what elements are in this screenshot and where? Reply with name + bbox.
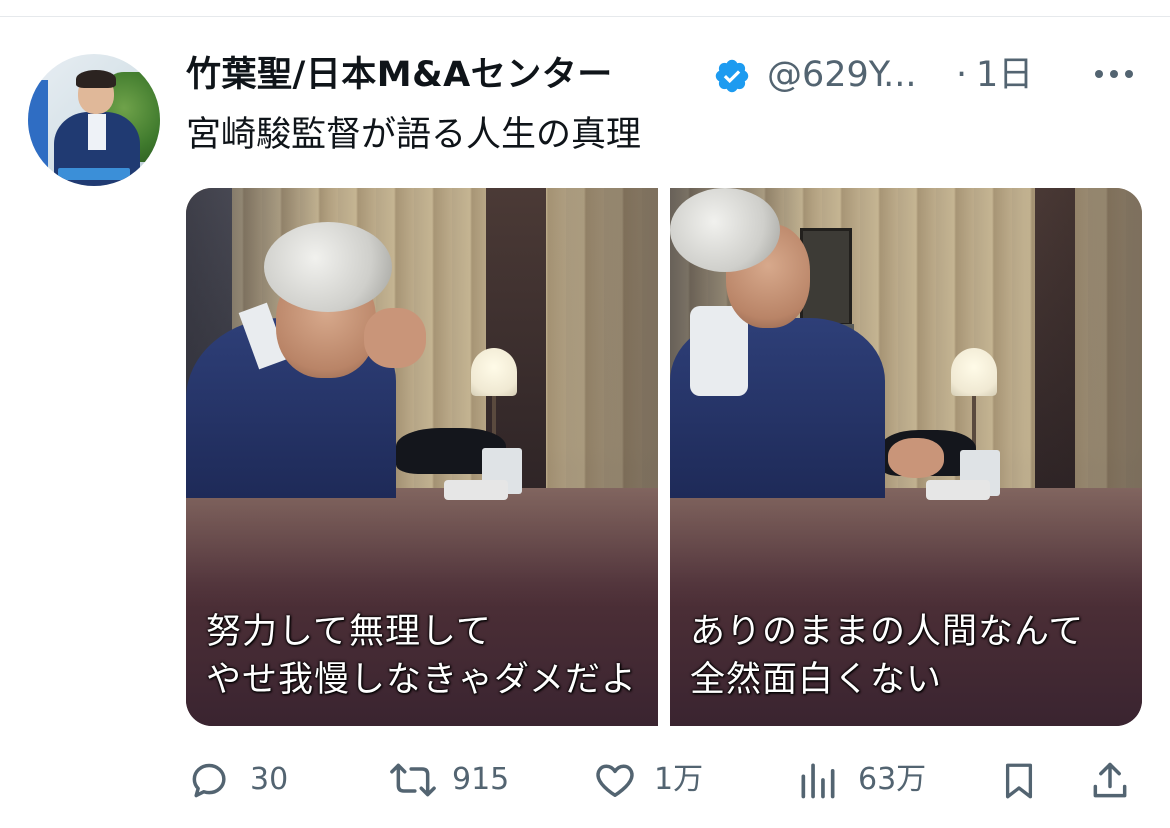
views-icon [801, 763, 835, 799]
subtitle-2: ありのままの人間なんて 全然面白くない [690, 612, 1085, 700]
display-name[interactable]: 竹葉聖/日本M&Aセンター [186, 52, 613, 98]
bookmark-button[interactable] [998, 752, 1042, 808]
tweet-header: 竹葉聖/日本M&Aセンター @629Y... · 1日 [186, 52, 1146, 98]
bookmark-icon [1005, 763, 1033, 799]
heart-icon [596, 764, 634, 797]
views-button[interactable]: 63万 [796, 752, 946, 808]
tweet-actions: 30 915 1万 63万 [186, 752, 1146, 808]
like-count: 1万 [654, 762, 704, 797]
share-button[interactable] [1088, 752, 1134, 808]
more-horizontal-icon[interactable] [1092, 62, 1136, 86]
retweet-button[interactable]: 915 [386, 752, 526, 808]
retweet-count: 915 [452, 762, 510, 797]
tweet-text: 宮崎駿監督が語る人生の真理 [186, 115, 642, 155]
media-grid: 努力して無理して やせ我慢しなきゃダメだよ ありのままの人間なんて 全然面白くな… [186, 188, 1142, 726]
media-image-2[interactable]: ありのままの人間なんて 全然面白くない [670, 188, 1142, 726]
avatar[interactable] [28, 54, 160, 186]
handle[interactable]: @629Y... [767, 52, 916, 98]
verified-badge-icon [715, 59, 749, 93]
subtitle-1: 努力して無理して やせ我慢しなきゃダメだよ [206, 612, 637, 700]
retweet-icon [390, 763, 436, 797]
like-button[interactable]: 1万 [592, 752, 732, 808]
reply-button[interactable]: 30 [186, 752, 306, 808]
share-icon [1093, 762, 1127, 798]
timestamp[interactable]: 1日 [976, 52, 1033, 98]
reply-icon [192, 763, 226, 798]
media-image-1[interactable]: 努力して無理して やせ我慢しなきゃダメだよ [186, 188, 658, 726]
tweet[interactable]: 竹葉聖/日本M&Aセンター @629Y... · 1日 宮崎駿監督が語る人生の真… [0, 0, 1170, 828]
views-count: 63万 [858, 762, 927, 797]
separator-dot: · [956, 55, 968, 95]
reply-count: 30 [250, 762, 289, 797]
